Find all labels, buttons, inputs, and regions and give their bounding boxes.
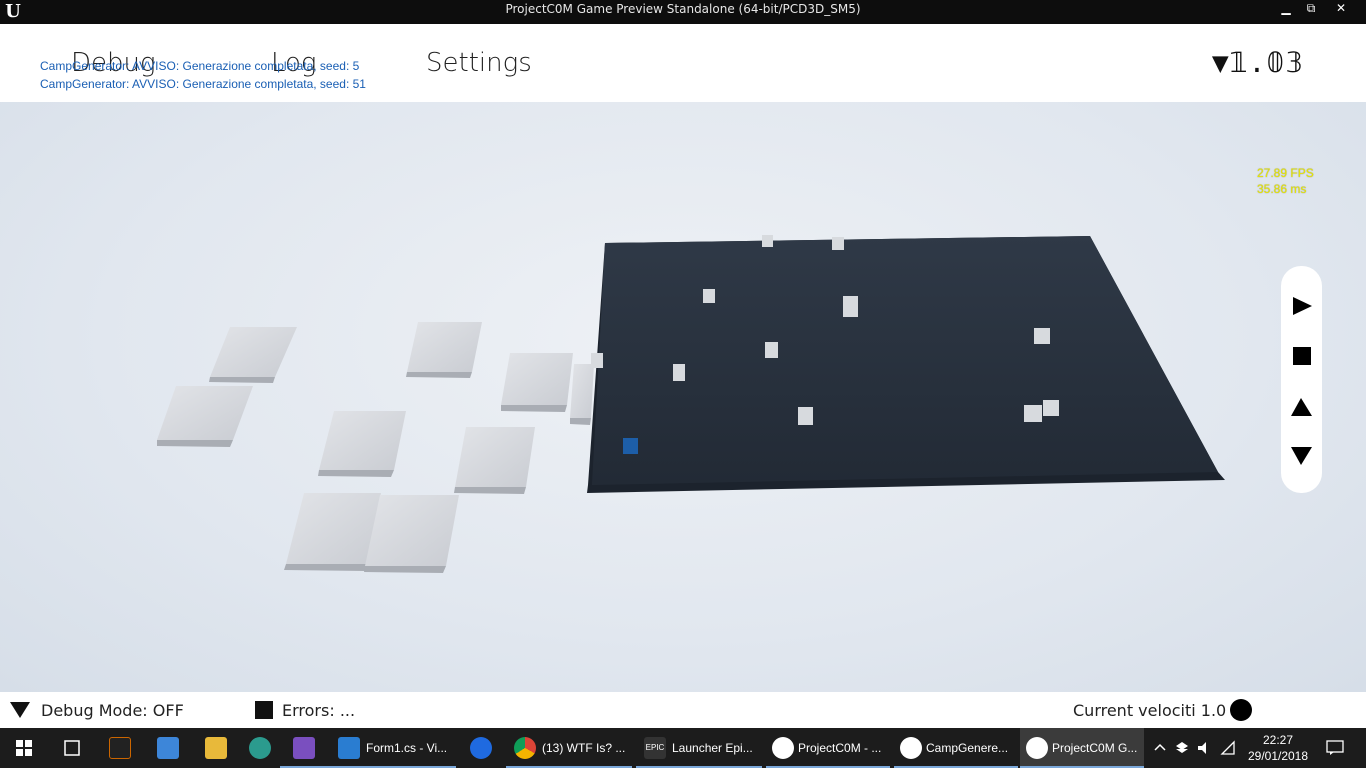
taskbar-app-vscode[interactable]: Form1.cs - Vi... — [328, 728, 456, 768]
dropbox-icon[interactable] — [1174, 740, 1190, 756]
fps-counter: 27.89 FPS 35.86 ms — [1257, 165, 1314, 197]
firefox-icon — [470, 737, 492, 759]
frame-time-value: 35.86 ms — [1257, 182, 1307, 196]
task-view-button[interactable] — [48, 728, 96, 768]
debug-toggle-icon[interactable] — [9, 701, 31, 719]
playback-control-panel — [1281, 266, 1322, 493]
errors-square-icon — [255, 701, 273, 719]
log-message: CampGenerator: AVVISO: Generazione compl… — [40, 77, 366, 91]
gear-app-icon — [157, 737, 179, 759]
play-icon — [1293, 297, 1312, 315]
stop-button[interactable] — [1281, 336, 1322, 376]
play-button[interactable] — [1281, 286, 1322, 326]
close-button[interactable]: ✕ — [1330, 0, 1352, 16]
windows-taskbar: Form1.cs - Vi... (13) WTF Is? ... EPIC L… — [0, 728, 1366, 768]
fps-value: 27.89 FPS — [1257, 166, 1314, 180]
scene-render — [157, 235, 1225, 573]
terminal-icon — [109, 737, 131, 759]
errors-status: Errors: ... — [282, 701, 356, 720]
taskbar-app-visual-studio[interactable] — [280, 728, 328, 768]
chevron-up-icon[interactable] — [1154, 742, 1166, 752]
menu-settings[interactable]: Settings — [426, 48, 532, 78]
tile-group — [157, 322, 594, 573]
volume-icon[interactable] — [1196, 740, 1212, 756]
window-title: ProjectC0M Game Preview Standalone (64-b… — [505, 2, 861, 16]
taskbar-app-gear[interactable] — [144, 728, 192, 768]
vscode-icon — [338, 737, 360, 759]
notifications-icon[interactable] — [1326, 740, 1344, 756]
taskbar-app-explorer[interactable] — [192, 728, 240, 768]
clock[interactable]: 22:27 29/01/2018 — [1246, 732, 1310, 764]
app-brand-logo: ▼𝟙.𝟘𝟛 — [1211, 46, 1304, 79]
taskbar-app-unreal-2[interactable]: CampGenere... — [894, 728, 1018, 768]
clock-date: 29/01/2018 — [1247, 749, 1309, 763]
taskbar-item-label: Form1.cs - Vi... — [366, 741, 448, 755]
taskbar-item-label: ProjectC0M - ... — [798, 741, 882, 755]
arrow-up-icon — [1291, 398, 1312, 416]
taskbar-app-chrome[interactable]: (13) WTF Is? ... — [506, 728, 632, 768]
status-bar: Debug Mode: OFF Errors: ... Current velo… — [0, 692, 1366, 728]
windows-logo-icon — [16, 740, 32, 756]
taskbar-app-terminal[interactable] — [96, 728, 144, 768]
start-button[interactable] — [0, 728, 48, 768]
github-desktop-icon — [249, 737, 271, 759]
folder-icon — [205, 737, 227, 759]
clock-time: 22:27 — [1262, 733, 1294, 747]
taskbar-app-firefox[interactable] — [462, 728, 502, 768]
down-button[interactable] — [1281, 436, 1322, 476]
app-top-bar: Debug Log Settings CampGenerator: AVVISO… — [0, 24, 1366, 102]
visual-studio-icon — [293, 737, 315, 759]
taskbar-app-epic-launcher[interactable]: EPIC Launcher Epi... — [636, 728, 762, 768]
task-view-icon — [64, 740, 80, 756]
game-viewport[interactable]: 27.89 FPS 35.86 ms — [0, 102, 1366, 692]
title-bar: U ProjectC0M Game Preview Standalone (64… — [0, 0, 1366, 24]
wifi-icon[interactable] — [1220, 740, 1236, 756]
velocity-status: Current velociti 1.0 — [1073, 701, 1227, 720]
taskbar-item-label: Launcher Epi... — [672, 741, 753, 755]
unreal-engine-icon — [1026, 737, 1048, 759]
stop-icon — [1293, 347, 1311, 365]
arrow-down-icon — [1291, 447, 1312, 465]
debug-mode-status: Debug Mode: OFF — [41, 701, 184, 720]
taskbar-item-label: (13) WTF Is? ... — [542, 741, 626, 755]
unreal-engine-icon — [772, 737, 794, 759]
taskbar-item-label: ProjectC0M G... — [1052, 741, 1138, 755]
system-tray: 22:27 29/01/2018 — [1150, 728, 1366, 768]
taskbar-app-unreal-3[interactable]: ProjectC0M G... — [1020, 728, 1144, 768]
log-message: CampGenerator: AVVISO: Generazione compl… — [40, 59, 360, 73]
velocity-circle-icon[interactable] — [1230, 699, 1252, 721]
chrome-icon — [514, 737, 536, 759]
unreal-engine-icon — [900, 737, 922, 759]
taskbar-app-unreal-1[interactable]: ProjectC0M - ... — [766, 728, 890, 768]
restore-button[interactable]: ⧉ — [1300, 0, 1322, 16]
minimize-button[interactable]: ▁ — [1275, 0, 1297, 16]
up-button[interactable] — [1281, 387, 1322, 427]
taskbar-app-github[interactable] — [240, 728, 280, 768]
player-cube — [623, 438, 638, 454]
epic-games-icon: EPIC — [644, 737, 666, 759]
taskbar-item-label: CampGenere... — [926, 741, 1009, 755]
